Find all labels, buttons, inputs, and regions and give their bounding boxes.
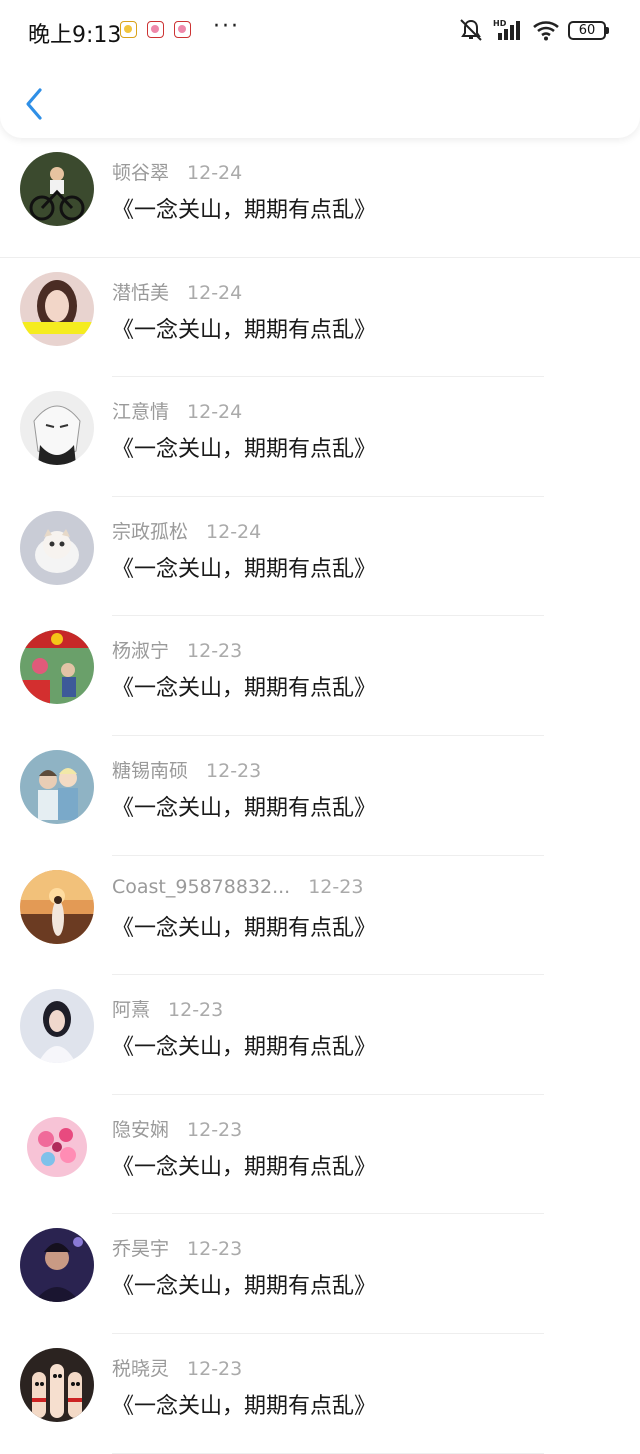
comment-row[interactable]: 江意情 12-24 《一念关山，期期有点乱》: [0, 377, 640, 497]
comment-meta: 杨淑宁 12-23: [112, 636, 242, 663]
comment-date: 12-23: [187, 1238, 243, 1261]
comment-text: 《一念关山，期期有点乱》: [112, 317, 377, 343]
comment-text: 《一念关山，期期有点乱》: [112, 1035, 377, 1061]
comment-meta: 潜恬美 12-24: [112, 278, 242, 305]
comment-text: 《一念关山，期期有点乱》: [112, 437, 377, 463]
avatar[interactable]: [20, 391, 94, 466]
app-notification-icon: [120, 21, 137, 38]
comment-meta: 隐安娴 12-23: [112, 1115, 242, 1142]
commenter-name[interactable]: 杨淑宁: [112, 636, 169, 663]
network-label: HD: [493, 19, 507, 28]
avatar-image: [20, 1108, 94, 1183]
avatar-image: [20, 271, 94, 346]
commenter-name[interactable]: 税晓灵: [112, 1354, 169, 1381]
commenter-name[interactable]: 糖锡南硕: [112, 756, 188, 783]
comment-meta: 税晓灵 12-23: [112, 1354, 242, 1381]
comment-row[interactable]: 糖锡南硕 12-23 《一念关山，期期有点乱》: [0, 736, 640, 856]
comment-row[interactable]: 乔昊宇 12-23 《一念关山，期期有点乱》: [0, 1214, 640, 1334]
comment-text: 《一念关山，期期有点乱》: [112, 1393, 377, 1419]
notification-icons: [120, 21, 191, 38]
comment-list: 顿谷翠 12-24 《一念关山，期期有点乱》 潜恬美 12-24 《一念关山，期期有点乱》…: [0, 138, 640, 1454]
comment-meta: Coast_95878832... 12-23: [112, 876, 363, 898]
comment-date: 12-23: [187, 640, 243, 663]
comment-text: 《一念关山，期期有点乱》: [112, 1154, 377, 1180]
comment-meta: 顿谷翠 12-24: [112, 158, 242, 185]
avatar[interactable]: [20, 1347, 94, 1422]
wifi-icon: [533, 21, 559, 41]
avatar[interactable]: [20, 749, 94, 824]
comment-date: 12-23: [187, 1118, 243, 1141]
avatar-image: [20, 391, 94, 466]
comment-meta: 阿熹 12-23: [112, 995, 223, 1022]
avatar[interactable]: [20, 152, 94, 226]
avatar-image: [20, 989, 94, 1064]
avatar-image: [20, 152, 94, 226]
chevron-left-icon: [26, 88, 42, 120]
avatar[interactable]: [20, 630, 94, 705]
comment-meta: 宗政孤松 12-24: [112, 517, 261, 544]
comment-row[interactable]: 潜恬美 12-24 《一念关山，期期有点乱》: [0, 258, 640, 378]
top-bar: 晚上9:13 ··· HD 60: [0, 0, 640, 138]
commenter-name[interactable]: 阿熹: [112, 995, 150, 1022]
comment-date: 12-23: [168, 999, 224, 1022]
comment-text: 《一念关山，期期有点乱》: [112, 676, 377, 702]
commenter-name[interactable]: 江意情: [112, 397, 169, 424]
avatar-image: [20, 1347, 94, 1422]
avatar-image: [20, 749, 94, 824]
comment-row[interactable]: Coast_95878832... 12-23 《一念关山，期期有点乱》: [0, 856, 640, 976]
mute-bell-icon: [460, 19, 482, 41]
avatar[interactable]: [20, 869, 94, 944]
comment-date: 12-23: [206, 759, 262, 782]
avatar-image: [20, 510, 94, 585]
avatar[interactable]: [20, 510, 94, 585]
comment-row[interactable]: 隐安娴 12-23 《一念关山，期期有点乱》: [0, 1095, 640, 1215]
commenter-name[interactable]: 隐安娴: [112, 1115, 169, 1142]
system-icons: HD 60: [458, 18, 609, 42]
comment-row[interactable]: 税晓灵 12-23 《一念关山，期期有点乱》: [0, 1334, 640, 1454]
comment-row[interactable]: 杨淑宁 12-23 《一念关山，期期有点乱》: [0, 616, 640, 736]
status-time: 晚上9:13: [28, 23, 122, 48]
avatar[interactable]: [20, 271, 94, 346]
status-bar: 晚上9:13 ··· HD 60: [0, 0, 640, 62]
comment-text: 《一念关山，期期有点乱》: [112, 795, 377, 821]
comment-date: 12-23: [308, 875, 364, 898]
comment-row[interactable]: 宗政孤松 12-24 《一念关山，期期有点乱》: [0, 497, 640, 617]
more-notifications-icon: ···: [213, 14, 240, 39]
back-button[interactable]: [20, 86, 50, 122]
commenter-name[interactable]: 宗政孤松: [112, 517, 188, 544]
avatar[interactable]: [20, 989, 94, 1064]
avatar-image: [20, 630, 94, 705]
comment-meta: 江意情 12-24: [112, 397, 242, 424]
comment-date: 12-24: [187, 401, 243, 424]
avatar[interactable]: [20, 1228, 94, 1303]
comment-date: 12-23: [187, 1357, 243, 1380]
comment-row[interactable]: 阿熹 12-23 《一念关山，期期有点乱》: [0, 975, 640, 1095]
signal-icon: HD: [493, 19, 520, 40]
divider: [112, 1452, 544, 1454]
comment-meta: 乔昊宇 12-23: [112, 1234, 242, 1261]
commenter-name[interactable]: 顿谷翠: [112, 158, 169, 185]
comment-date: 12-24: [187, 162, 243, 184]
comment-meta: 糖锡南硕 12-23: [112, 756, 261, 783]
comment-text: 《一念关山，期期有点乱》: [112, 915, 377, 941]
commenter-name[interactable]: 乔昊宇: [112, 1234, 169, 1261]
comment-date: 12-24: [206, 520, 262, 543]
comment-text: 《一念关山，期期有点乱》: [112, 198, 377, 223]
comment-row[interactable]: 顿谷翠 12-24 《一念关山，期期有点乱》: [0, 138, 640, 258]
app-notification-icon: [147, 21, 164, 38]
commenter-name[interactable]: Coast_95878832...: [112, 876, 290, 898]
comment-text: 《一念关山，期期有点乱》: [112, 556, 377, 582]
avatar[interactable]: [20, 1108, 94, 1183]
app-notification-icon: [174, 21, 191, 38]
commenter-name[interactable]: 潜恬美: [112, 278, 169, 305]
comment-date: 12-24: [187, 281, 243, 304]
comment-text: 《一念关山，期期有点乱》: [112, 1274, 377, 1300]
battery-indicator: 60: [568, 20, 609, 40]
avatar-image: [20, 1228, 94, 1303]
avatar-image: [20, 869, 94, 944]
